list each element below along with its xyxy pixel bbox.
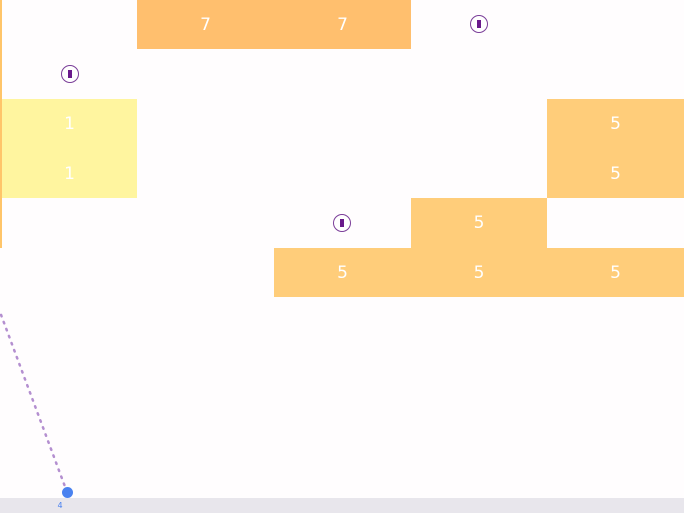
ball-launcher-icon[interactable] — [62, 487, 73, 498]
block-5: 5 — [547, 248, 684, 297]
extra-ball-icon — [333, 214, 351, 232]
floor-bar — [0, 498, 684, 513]
block-5: 5 — [411, 198, 547, 248]
block-7: 7 — [274, 0, 411, 49]
game-board[interactable]: 7 7 1 1 5 5 5 5 5 5 4 — [0, 0, 684, 513]
block-5: 5 — [547, 149, 684, 198]
ball-count-label: 4 — [57, 501, 63, 510]
block-5: 5 — [411, 248, 547, 297]
block-1: 1 — [2, 149, 137, 198]
block-7: 7 — [137, 0, 274, 49]
extra-ball-icon — [470, 15, 488, 33]
block-1: 1 — [2, 99, 137, 149]
extra-ball-icon — [61, 65, 79, 83]
block-5: 5 — [547, 99, 684, 149]
block-5: 5 — [274, 248, 411, 297]
